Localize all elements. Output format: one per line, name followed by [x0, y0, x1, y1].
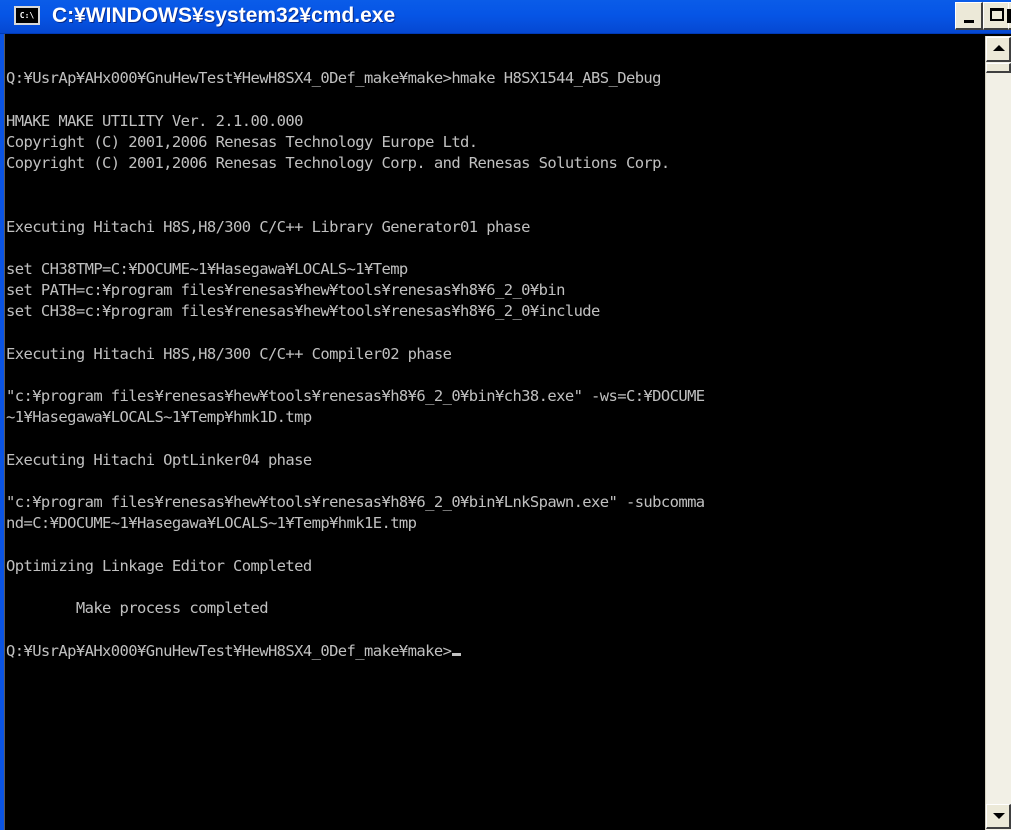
command-prompt: Q:¥UsrAp¥AHx000¥GnuHewTest¥HewH8SX4_0Def…	[6, 641, 452, 660]
console-line: set PATH=c:¥program files¥renesas¥hew¥to…	[6, 281, 565, 300]
console-line: "c:¥program files¥renesas¥hew¥tools¥rene…	[6, 493, 705, 512]
console-line: Executing Hitachi OptLinker04 phase	[6, 450, 312, 469]
cmd-window: C:\ C:¥WINDOWS¥system32¥cmd.exe Q:¥UsrAp…	[0, 0, 1011, 830]
console-line: Make process completed	[75, 599, 269, 618]
console-lines: Q:¥UsrAp¥AHx000¥GnuHewTest¥HewH8SX4_0Def…	[6, 69, 705, 617]
text-cursor	[452, 652, 462, 656]
console-line: HMAKE MAKE UTILITY Ver. 2.1.00.000	[6, 111, 303, 130]
command-prompt-icon[interactable]: C:\	[14, 6, 40, 25]
arrow-down-icon	[993, 813, 1005, 819]
console-line: Executing Hitachi H8S,H8/300 C/C++ Compi…	[6, 344, 452, 363]
console-line: Copyright (C) 2001,2006 Renesas Technolo…	[6, 132, 478, 151]
vertical-scrollbar[interactable]	[985, 36, 1011, 830]
console-line: ~1¥Hasegawa¥LOCALS~1¥Temp¥hmk1D.tmp	[6, 408, 312, 427]
console-line: "c:¥program files¥renesas¥hew¥tools¥rene…	[6, 387, 705, 406]
close-icon	[1007, 9, 1011, 23]
title-bar[interactable]: C:\ C:¥WINDOWS¥system32¥cmd.exe	[0, 0, 1011, 34]
console-line: Optimizing Linkage Editor Completed	[6, 556, 312, 575]
console-line: set CH38=c:¥program files¥renesas¥hew¥to…	[6, 302, 600, 321]
console-line: Copyright (C) 2001,2006 Renesas Technolo…	[6, 154, 670, 173]
console-line: nd=C:¥DOCUME~1¥Hasegawa¥LOCALS~1¥Temp¥hm…	[6, 514, 417, 533]
minimize-button[interactable]	[955, 2, 983, 30]
scroll-thumb[interactable]	[986, 63, 1011, 73]
console-text: Q:¥UsrAp¥AHx000¥GnuHewTest¥HewH8SX4_0Def…	[6, 47, 984, 662]
maximize-icon	[990, 8, 1004, 21]
minimize-icon	[964, 20, 974, 23]
console-line: set CH38TMP=C:¥DOCUME~1¥Hasegawa¥LOCALS~…	[6, 260, 408, 279]
console-line: Executing Hitachi H8S,H8/300 C/C++ Libra…	[6, 217, 531, 236]
arrow-up-icon	[993, 45, 1005, 51]
window-title: C:¥WINDOWS¥system32¥cmd.exe	[52, 4, 396, 27]
scroll-up-button[interactable]	[986, 37, 1011, 62]
console-line: Q:¥UsrAp¥AHx000¥GnuHewTest¥HewH8SX4_0Def…	[6, 69, 661, 88]
scroll-down-button[interactable]	[986, 804, 1011, 829]
console-output[interactable]: Q:¥UsrAp¥AHx000¥GnuHewTest¥HewH8SX4_0Def…	[6, 47, 984, 830]
